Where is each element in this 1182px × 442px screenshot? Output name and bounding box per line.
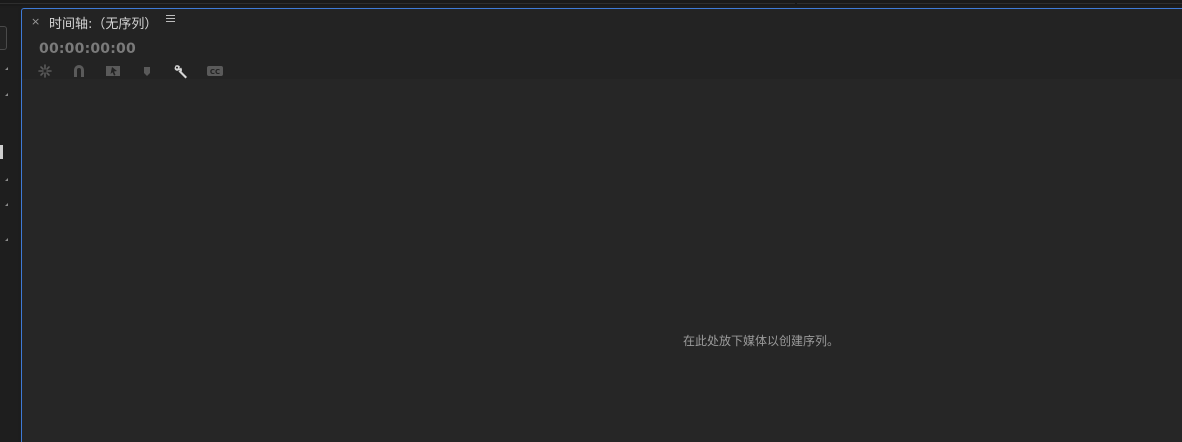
razor-tool-button[interactable] [0,116,9,126]
tool-flyout-marker [5,93,8,96]
selection-tool-button[interactable] [0,26,7,50]
captions-cc-icon[interactable]: CC [206,63,224,79]
snap-magnet-icon[interactable] [70,63,88,79]
add-marker-icon[interactable] [138,63,156,79]
type-tool-button[interactable] [0,231,9,241]
tools-panel [0,8,18,442]
drop-media-hint: 在此处放下媒体以创建序列。 [683,334,840,348]
tool-flyout-marker [5,203,8,206]
ripple-edit-tool-button[interactable] [0,86,9,96]
svg-text:CC: CC [210,68,220,76]
top-divider-right [797,3,1182,4]
top-divider-strip [0,0,1182,6]
tool-flyout-marker [5,67,8,70]
tool-flyout-marker [5,178,8,181]
panel-header: × 时间轴:（无序列） [22,9,1182,35]
top-divider-left [0,3,795,4]
nest-sequence-icon[interactable] [36,63,54,79]
pen-tool-button[interactable] [0,171,9,181]
menu-line [166,21,175,22]
timeline-drop-area[interactable]: 在此处放下媒体以创建序列。 [22,79,1182,442]
playhead-timecode[interactable]: 00:00:00:00 [39,41,136,57]
menu-line [166,15,175,16]
track-select-tool-button[interactable] [0,60,9,70]
tool-flyout-marker [5,238,8,241]
hand-tool-button[interactable] [0,196,9,206]
slip-tool-button[interactable] [0,145,3,159]
hamburger-menu-icon[interactable] [166,15,175,25]
menu-line [166,18,175,19]
timeline-panel: × 时间轴:（无序列） 00:00:00:00 CC 在此处放下媒体以创建序列。 [21,8,1182,442]
panel-title[interactable]: 时间轴:（无序列） [49,13,157,32]
close-panel-button[interactable]: × [31,15,40,28]
linked-selection-icon[interactable] [104,63,122,79]
timeline-settings-wrench-icon[interactable] [172,63,190,79]
